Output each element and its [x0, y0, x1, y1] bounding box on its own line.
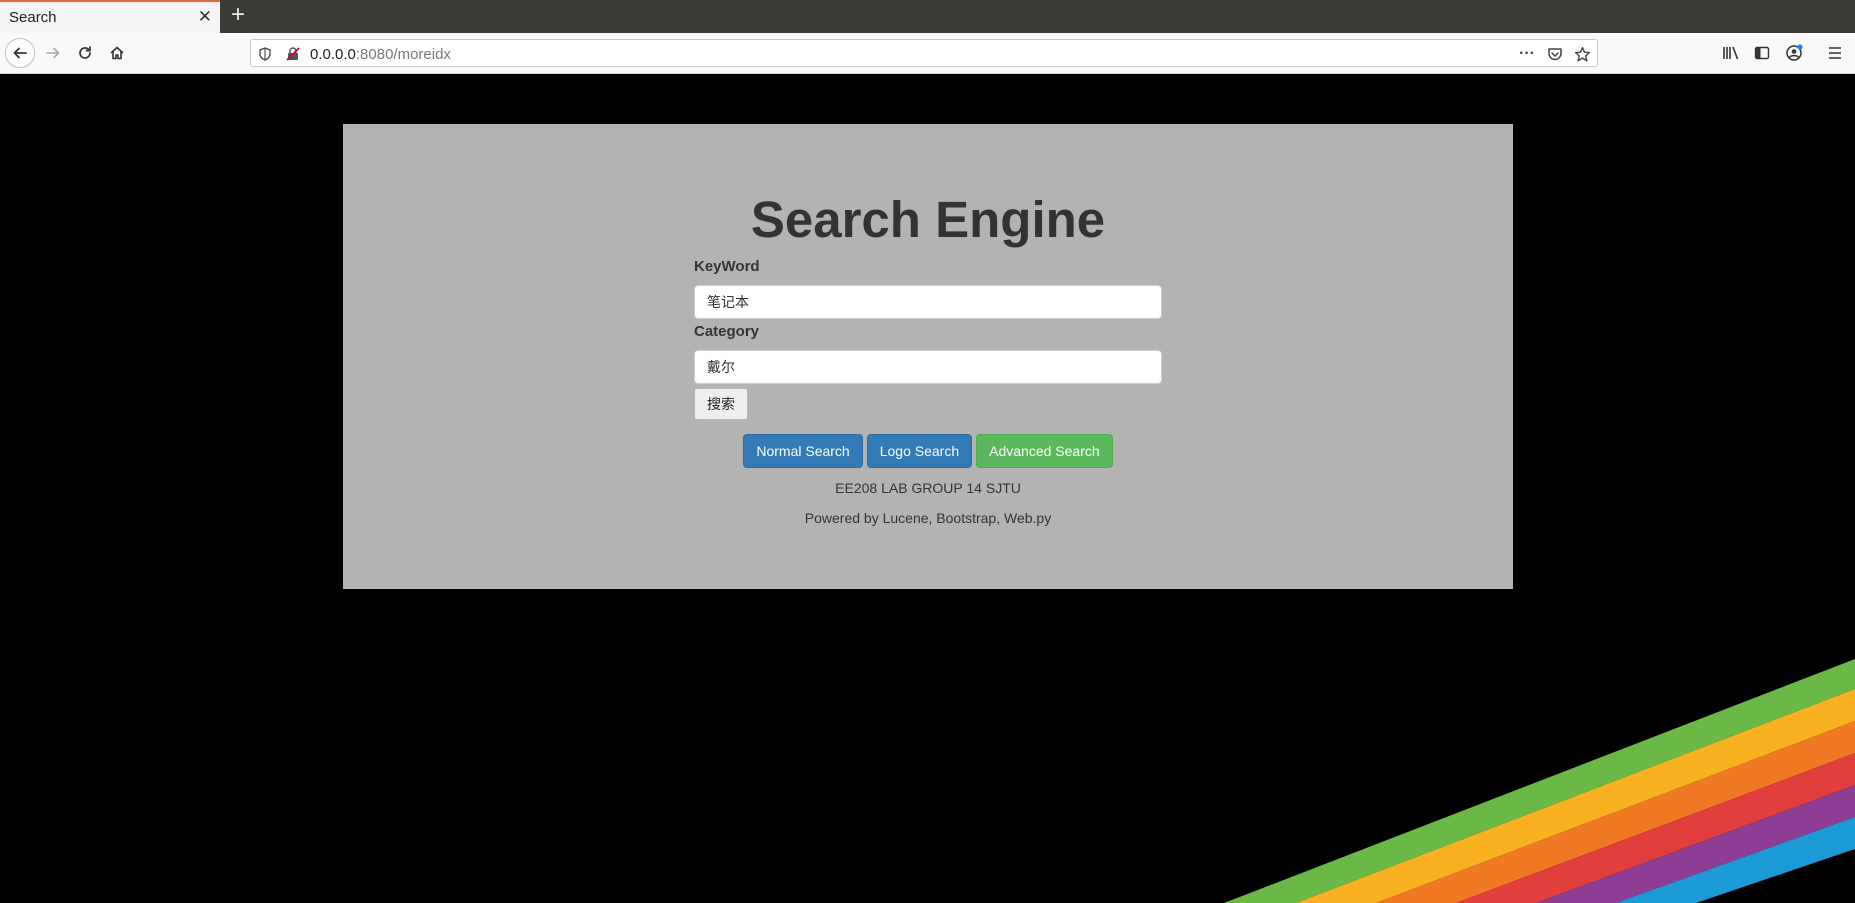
address-bar[interactable]: 0.0.0.0:8080/moreidx ···: [250, 39, 1598, 67]
search-submit-button[interactable]: 搜索: [694, 388, 748, 420]
back-arrow-icon: [13, 47, 27, 59]
search-panel: Search Engine KeyWord Category 搜索 Normal…: [343, 124, 1513, 589]
normal-search-button[interactable]: Normal Search: [743, 434, 863, 468]
library-button[interactable]: [1718, 40, 1744, 66]
tab-title: Search: [9, 9, 57, 26]
home-icon: [110, 46, 124, 60]
url-text[interactable]: 0.0.0.0:8080/moreidx: [310, 46, 451, 63]
new-tab-icon[interactable]: +: [231, 3, 245, 27]
footer-group: EE208 LAB GROUP 14 SJTU: [835, 480, 1021, 496]
keyword-input[interactable]: [694, 285, 1162, 319]
star-icon[interactable]: [1573, 45, 1591, 63]
account-button[interactable]: [1781, 40, 1807, 66]
close-tab-icon[interactable]: ✕: [198, 8, 212, 25]
sidebar-button[interactable]: [1749, 40, 1775, 66]
shield-icon[interactable]: [256, 45, 274, 63]
library-icon: [1723, 46, 1739, 60]
keyword-label: KeyWord: [694, 258, 760, 275]
reload-button[interactable]: [72, 40, 98, 66]
footer-powered: Powered by Lucene, Bootstrap, Web.py: [804, 510, 1052, 526]
home-button[interactable]: [104, 40, 130, 66]
advanced-search-button[interactable]: Advanced Search: [976, 434, 1113, 468]
tab-search[interactable]: Search ✕: [0, 0, 220, 33]
sidebar-icon: [1754, 46, 1770, 60]
category-input[interactable]: [694, 350, 1162, 384]
back-button[interactable]: [5, 38, 35, 68]
category-label: Category: [694, 323, 760, 340]
page-viewport: Search Engine KeyWord Category 搜索 Normal…: [0, 74, 1855, 903]
forward-arrow-icon: [46, 47, 60, 59]
reload-icon: [79, 46, 91, 59]
menu-button[interactable]: [1822, 40, 1848, 66]
insecure-lock-icon[interactable]: [284, 45, 302, 63]
page-title: Search Engine: [750, 191, 1106, 248]
forward-button[interactable]: [40, 40, 66, 66]
search-form: KeyWord Category 搜索: [694, 258, 1162, 420]
ellipsis-icon[interactable]: ···: [1518, 45, 1536, 63]
pocket-icon[interactable]: [1546, 45, 1564, 63]
hamburger-menu-icon: [1829, 47, 1841, 59]
search-mode-buttons: Normal Search Logo Search Advanced Searc…: [343, 434, 1513, 468]
account-icon: [1786, 44, 1803, 61]
tab-bar: Search ✕ +: [0, 0, 1855, 33]
logo-search-button[interactable]: Logo Search: [866, 434, 973, 468]
url-path: :8080/moreidx: [355, 46, 451, 63]
navigation-toolbar: 0.0.0.0:8080/moreidx ···: [0, 33, 1855, 74]
url-host: 0.0.0.0: [310, 46, 356, 63]
